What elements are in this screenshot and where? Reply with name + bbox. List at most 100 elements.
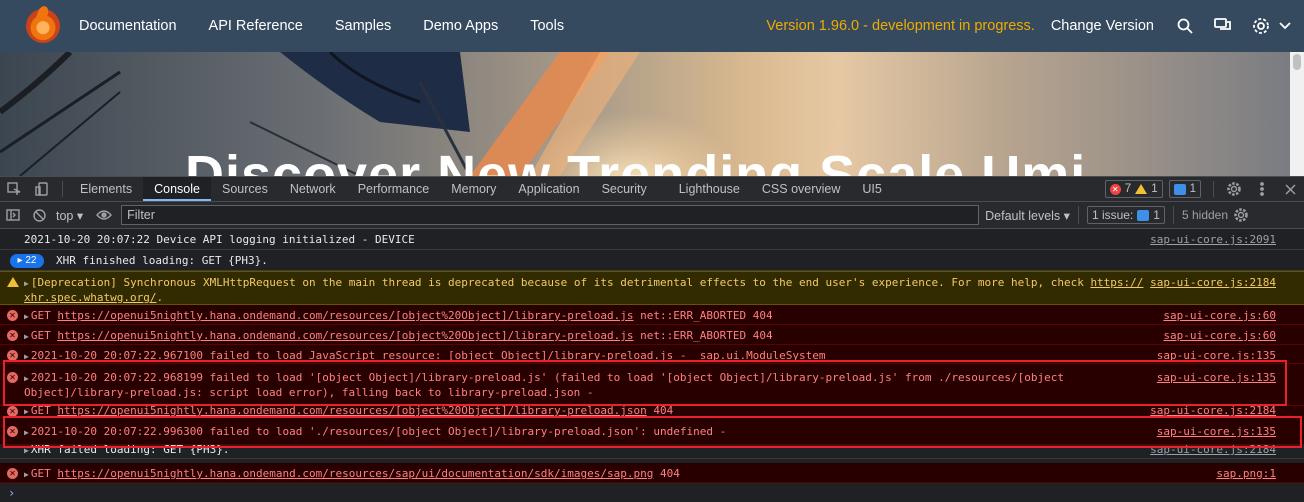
- devtools-settings-icon[interactable]: [1220, 177, 1248, 201]
- close-devtools-icon[interactable]: [1276, 177, 1304, 201]
- more-options-icon[interactable]: [1248, 177, 1276, 201]
- nav-documentation[interactable]: Documentation: [79, 18, 177, 34]
- repeat-count: 22: [25, 255, 37, 266]
- request-status: net::ERR_ABORTED 404: [633, 329, 773, 342]
- tab-memory[interactable]: Memory: [440, 177, 507, 201]
- request-url[interactable]: https://openui5nightly.hana.ondemand.com…: [57, 309, 633, 322]
- message-source-link[interactable]: sap-ui-core.js:60: [1163, 309, 1276, 323]
- message-source-link[interactable]: sap-ui-core.js:2091: [1150, 233, 1276, 247]
- request-method: GET: [30, 467, 58, 480]
- version-notice: Version 1.96.0 - development in progress…: [766, 18, 1035, 34]
- message-source-link[interactable]: sap.png:1: [1216, 467, 1276, 481]
- warning-icon: [7, 277, 19, 287]
- toolbar-separator: [1172, 206, 1174, 224]
- console-message-warning: ▶ [Deprecation] Synchronous XMLHttpReques…: [0, 271, 1304, 305]
- device-toolbar-icon[interactable]: [28, 177, 56, 201]
- tab-ui5[interactable]: UI5: [851, 177, 892, 201]
- expand-triangle-icon[interactable]: ▶: [24, 279, 29, 288]
- nav-demo-apps[interactable]: Demo Apps: [423, 18, 498, 34]
- tab-elements[interactable]: Elements: [69, 177, 143, 201]
- nav-api-reference[interactable]: API Reference: [209, 18, 303, 34]
- console-message-info: ▸ 22 XHR finished loading: GET {PH3}.: [0, 250, 1304, 271]
- warning-link-start[interactable]: https://: [1090, 276, 1143, 289]
- tab-separator: [62, 181, 63, 197]
- tab-security[interactable]: Security: [591, 177, 658, 201]
- console-toolbar: top ▾ Default levels ▾ 1 issue: 1 5 hidd…: [0, 202, 1304, 229]
- clear-console-icon[interactable]: [26, 203, 52, 227]
- repeat-count-badge: ▸ 22: [10, 254, 44, 268]
- issue-icon: [1173, 183, 1186, 195]
- context-selector[interactable]: top ▾: [56, 208, 83, 223]
- console-message-error: ✕ ▶ GET https://openui5nightly.hana.ondem…: [0, 463, 1304, 483]
- request-status: 404: [653, 467, 680, 480]
- issue-count: 1: [1189, 183, 1196, 195]
- warning-text: [Deprecation] Synchronous XMLHttpRequest…: [30, 276, 1091, 289]
- hidden-messages-count: 5 hidden: [1181, 208, 1229, 222]
- sidebar-toggle-icon[interactable]: [0, 203, 26, 227]
- devtools-tab-bar: Elements Console Sources Network Perform…: [0, 176, 1304, 202]
- nav-tools[interactable]: Tools: [530, 18, 564, 34]
- nav-samples[interactable]: Samples: [335, 18, 391, 34]
- console-message-error: ✕ ▶ GET https://openui5nightly.hana.ondem…: [0, 305, 1304, 325]
- highlight-box: [3, 416, 1302, 448]
- message-source-link[interactable]: sap-ui-core.js:60: [1163, 329, 1276, 343]
- log-levels-label: Default levels: [985, 208, 1061, 223]
- message-text: 2021-10-20 20:07:22 Device API logging i…: [24, 233, 415, 246]
- message-source-link[interactable]: sap-ui-core.js:2184: [1150, 276, 1276, 290]
- issue-icon: [1137, 209, 1150, 221]
- feedback-icon[interactable]: [1214, 17, 1232, 35]
- issues-badge-count: 1: [1153, 208, 1160, 222]
- tab-application[interactable]: Application: [507, 177, 590, 201]
- search-icon[interactable]: [1176, 17, 1194, 35]
- error-count: 7: [1124, 183, 1132, 195]
- expand-triangle-icon[interactable]: ▶: [24, 332, 29, 341]
- error-warning-counter[interactable]: ✕ 7 1: [1104, 180, 1163, 198]
- issues-counter[interactable]: 1: [1168, 180, 1201, 198]
- settings-icon[interactable]: [1252, 17, 1270, 35]
- context-label: top: [56, 208, 74, 223]
- page-scrollbar-thumb[interactable]: [1293, 54, 1301, 70]
- tab-sources[interactable]: Sources: [211, 177, 279, 201]
- request-method: GET: [30, 329, 58, 342]
- expand-triangle-icon[interactable]: ▶: [24, 407, 29, 416]
- message-text: ▶ [Deprecation] Synchronous XMLHttpReques…: [24, 276, 1143, 305]
- console-prompt[interactable]: ›: [8, 486, 15, 500]
- request-status: net::ERR_ABORTED 404: [633, 309, 773, 322]
- tab-network[interactable]: Network: [279, 177, 347, 201]
- message-text: ▶ GET https://openui5nightly.hana.ondeman…: [24, 467, 680, 482]
- tab-separator: [1213, 181, 1214, 197]
- expand-triangle-icon[interactable]: ▶: [24, 312, 29, 321]
- toolbar-separator: [1077, 206, 1079, 224]
- error-icon: ✕: [7, 310, 18, 321]
- issues-button[interactable]: 1 issue: 1: [1086, 206, 1165, 224]
- error-icon: ✕: [1109, 183, 1121, 195]
- warning-link-end[interactable]: xhr.spec.whatwg.org/: [24, 291, 156, 304]
- change-version-button[interactable]: Change Version: [1051, 18, 1154, 34]
- chevron-down-icon[interactable]: [1276, 17, 1294, 35]
- openui5-logo[interactable]: [26, 9, 60, 43]
- console-settings-icon[interactable]: [1228, 203, 1254, 227]
- request-url[interactable]: https://openui5nightly.hana.ondemand.com…: [57, 329, 633, 342]
- request-url[interactable]: https://openui5nightly.hana.ondemand.com…: [57, 467, 653, 480]
- expand-triangle-icon[interactable]: ▶: [24, 470, 29, 479]
- highlight-box: [3, 360, 1287, 406]
- warning-icon: [1135, 184, 1148, 194]
- tab-lighthouse[interactable]: Lighthouse: [668, 177, 751, 201]
- console-messages: 2021-10-20 20:07:22 Device API logging i…: [0, 229, 1304, 502]
- console-message-info: 2021-10-20 20:07:22 Device API logging i…: [0, 229, 1304, 250]
- site-header: Documentation API Reference Samples Demo…: [0, 0, 1304, 52]
- issues-label: 1 issue:: [1091, 208, 1134, 222]
- warning-text-end: .: [156, 291, 164, 304]
- inspect-element-icon[interactable]: [0, 177, 28, 201]
- request-method: GET: [30, 309, 58, 322]
- console-filter-input[interactable]: [121, 205, 980, 225]
- hero-title: Discover New Trending Scale Umi: [185, 145, 1087, 176]
- tab-css-overview[interactable]: CSS overview: [751, 177, 852, 201]
- live-expression-eye-icon[interactable]: [91, 203, 117, 227]
- log-levels-dropdown[interactable]: Default levels ▾: [985, 208, 1070, 223]
- tab-performance[interactable]: Performance: [347, 177, 441, 201]
- page-scrollbar[interactable]: [1290, 52, 1304, 176]
- message-text: XHR finished loading: GET {PH3}.: [56, 254, 268, 267]
- tab-console[interactable]: Console: [143, 177, 211, 201]
- error-icon: ✕: [7, 330, 18, 341]
